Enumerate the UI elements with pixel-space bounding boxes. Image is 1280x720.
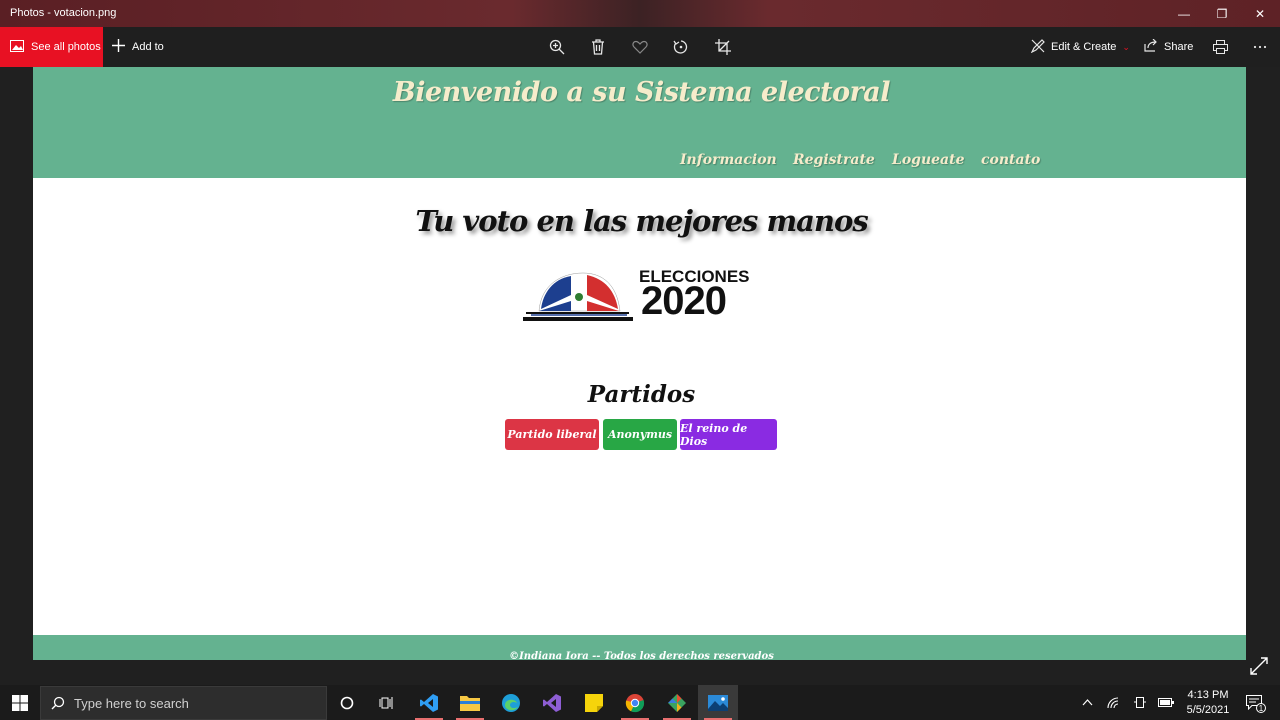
photos-icon [10,39,24,55]
edge-icon[interactable] [491,685,531,720]
share-button[interactable]: Share [1144,27,1193,67]
party-button-partido-liberal: Partido liberal [505,419,599,450]
see-all-photos-label: See all photos [31,41,101,53]
site-header-title: Bienvenido a su Sistema electoral [392,77,891,108]
photo-image: Bienvenido a su Sistema electoral Inform… [33,67,1246,660]
tagline: Tu voto en las mejores manos [415,204,868,238]
window-title-bar: Photos - votacion.png — ❐ ✕ [0,0,1280,27]
window-title: Photos - votacion.png [10,7,117,19]
notification-center-button[interactable]: 1 [1240,685,1268,720]
logo-year-text: 2020 [641,279,727,323]
edit-create-label: Edit & Create [1051,41,1117,53]
clock-date: 5/5/2021 [1186,704,1230,716]
zoom-icon[interactable] [548,38,566,56]
share-label: Share [1164,41,1194,53]
search-icon [51,696,65,710]
print-icon[interactable] [1211,38,1229,56]
photo-viewport: Bienvenido a su Sistema electoral Inform… [0,67,1280,685]
maximize-button[interactable]: ❐ [1203,0,1241,27]
site-header: Bienvenido a su Sistema electoral Inform… [33,67,1246,178]
minimize-button[interactable]: — [1165,0,1203,27]
elecciones-logo: ELECCIONES 2020 [521,265,763,327]
party-button-anonymus: Anonymus [603,419,677,450]
close-button[interactable]: ✕ [1241,0,1279,27]
chrome-icon[interactable] [615,685,655,720]
see-all-photos-button[interactable]: See all photos [0,27,103,67]
visual-studio-icon[interactable] [532,685,572,720]
nav-link-informacion: Informacion [680,152,777,168]
taskbar-clock[interactable]: 4:13 PM 5/5/2021 [1180,688,1236,718]
more-icon[interactable] [1251,38,1269,56]
ballot-box-flag-icon [523,272,633,321]
plus-icon [112,39,125,55]
chevron-down-icon: ⌄ [1122,41,1130,52]
add-to-button[interactable]: Add to [112,27,164,67]
nav-link-logueate: Logueate [892,152,965,168]
edit-create-button[interactable]: Edit & Create ⌄ [1030,27,1130,67]
edit-icon [1030,38,1045,56]
chevron-up-icon[interactable] [1077,685,1097,720]
wifi-icon[interactable] [1104,685,1124,720]
crop-icon[interactable] [714,38,732,56]
photos-toolbar: See all photos Add to Edit & Create ⌄ Sh… [0,27,1280,67]
favorite-icon[interactable] [631,38,649,56]
rotate-icon[interactable] [672,38,690,56]
clock-time: 4:13 PM [1187,689,1229,701]
battery-icon[interactable] [1156,685,1176,720]
partidos-heading: Partidos [587,381,696,408]
nav-link-contato: contato [981,152,1041,168]
search-placeholder: Type here to search [74,695,189,711]
notification-badge: 1 [1256,703,1266,713]
device-icon[interactable] [1130,685,1150,720]
site-footer-text: ©Indiana Iora -- Todos los derechos rese… [509,651,774,660]
cortana-icon[interactable] [327,685,367,720]
vscode-icon[interactable] [409,685,449,720]
start-button[interactable] [0,685,40,720]
add-to-label: Add to [132,41,164,53]
taskbar: Type here to search 4:13 PM 5/5/2021 1 [0,685,1280,720]
git-icon[interactable] [657,685,697,720]
task-view-icon[interactable] [367,685,407,720]
taskbar-search-box[interactable]: Type here to search [40,686,327,720]
site-footer: ©Indiana Iora -- Todos los derechos rese… [33,635,1246,660]
delete-icon[interactable] [589,38,607,56]
photos-app-icon[interactable] [698,685,738,720]
windows-icon [12,694,28,711]
expand-icon[interactable] [1250,657,1270,677]
nav-link-registrate: Registrate [793,152,875,168]
sticky-notes-icon[interactable] [574,685,614,720]
file-explorer-icon[interactable] [450,685,490,720]
party-button-el-reino-de-dios: El reino de Dios [680,419,777,450]
share-icon [1144,38,1158,55]
